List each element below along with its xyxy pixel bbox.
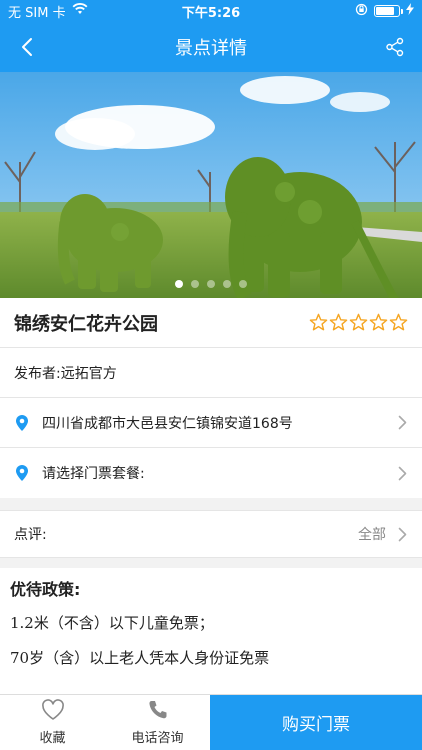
carousel-dot[interactable]: [175, 280, 183, 288]
address-text: 四川省成都市大邑县安仁镇锦安道168号: [42, 415, 293, 432]
star-icon: [309, 313, 328, 331]
star-icon: [349, 313, 368, 331]
favorite-label: 收藏: [39, 731, 66, 746]
review-row[interactable]: 点评: 全部: [0, 510, 422, 558]
carousel-dot[interactable]: [239, 280, 247, 288]
bottom-action-bar: 收藏 电话咨询 购买门票: [0, 694, 422, 750]
star-icon: [329, 313, 348, 331]
nav-bar: 景点详情: [0, 22, 422, 72]
buy-ticket-button[interactable]: 购买门票: [210, 695, 422, 750]
star-icon: [369, 313, 388, 331]
status-left: 无 SIM 卡: [8, 2, 158, 21]
policy-line: 70岁（含）以上老人凭本人身份证免票: [10, 649, 270, 667]
policy-title: 优待政策:: [10, 580, 81, 599]
favorite-button[interactable]: 收藏: [0, 695, 105, 750]
ticket-package-text: 请选择门票套餐:: [42, 466, 145, 482]
battery-fill: [376, 7, 394, 15]
share-icon: [386, 37, 404, 57]
carousel-dot[interactable]: [223, 280, 231, 288]
carousel-dot[interactable]: [191, 280, 199, 288]
chevron-right-icon: [396, 466, 408, 481]
orientation-lock-icon: [355, 3, 368, 20]
publisher-text: 发布者:远拓官方: [14, 365, 117, 382]
publisher-row: 发布者:远拓官方: [0, 348, 422, 398]
review-all-link[interactable]: 全部: [358, 524, 386, 544]
chevron-right-icon: [396, 527, 408, 542]
page-title: 景点详情: [175, 38, 247, 59]
discount-policy: 优待政策: 1.2米（不含）以下儿童免票； 70岁（含）以上老人凭本人身份证免票: [0, 568, 422, 694]
location-pin-icon: [14, 465, 30, 481]
policy-line: 1.2米（不含）以下儿童免票；: [10, 614, 214, 632]
phone-consult-label: 电话咨询: [131, 731, 184, 746]
banner-carousel[interactable]: [0, 72, 422, 298]
carousel-dots: [0, 280, 422, 288]
chevron-right-icon: [396, 415, 408, 430]
status-bar: 无 SIM 卡 下午5:26: [0, 0, 422, 22]
charging-icon: [406, 3, 414, 19]
share-button[interactable]: [380, 32, 410, 62]
attraction-header: 锦绣安仁花卉公园: [0, 298, 422, 348]
attraction-name: 锦绣安仁花卉公园: [14, 313, 158, 335]
battery-icon: [374, 5, 403, 17]
status-time: 下午5:26: [181, 5, 241, 21]
status-right: [264, 3, 414, 20]
address-row[interactable]: 四川省成都市大邑县安仁镇锦安道168号: [0, 398, 422, 448]
star-icon: [389, 313, 408, 331]
ticket-package-row[interactable]: 请选择门票套餐:: [0, 448, 422, 498]
wifi-icon: [72, 3, 88, 19]
heart-icon: [41, 699, 64, 720]
location-pin-icon: [14, 414, 30, 431]
carrier-text: 无 SIM 卡: [8, 5, 66, 21]
review-label: 点评:: [14, 527, 47, 543]
chevron-left-icon: [22, 38, 32, 56]
back-button[interactable]: [12, 32, 42, 62]
phone-icon: [148, 701, 166, 719]
rating-stars: [309, 313, 408, 332]
banner-image: [0, 72, 422, 298]
carousel-dot[interactable]: [207, 280, 215, 288]
phone-consult-button[interactable]: 电话咨询: [105, 695, 210, 750]
